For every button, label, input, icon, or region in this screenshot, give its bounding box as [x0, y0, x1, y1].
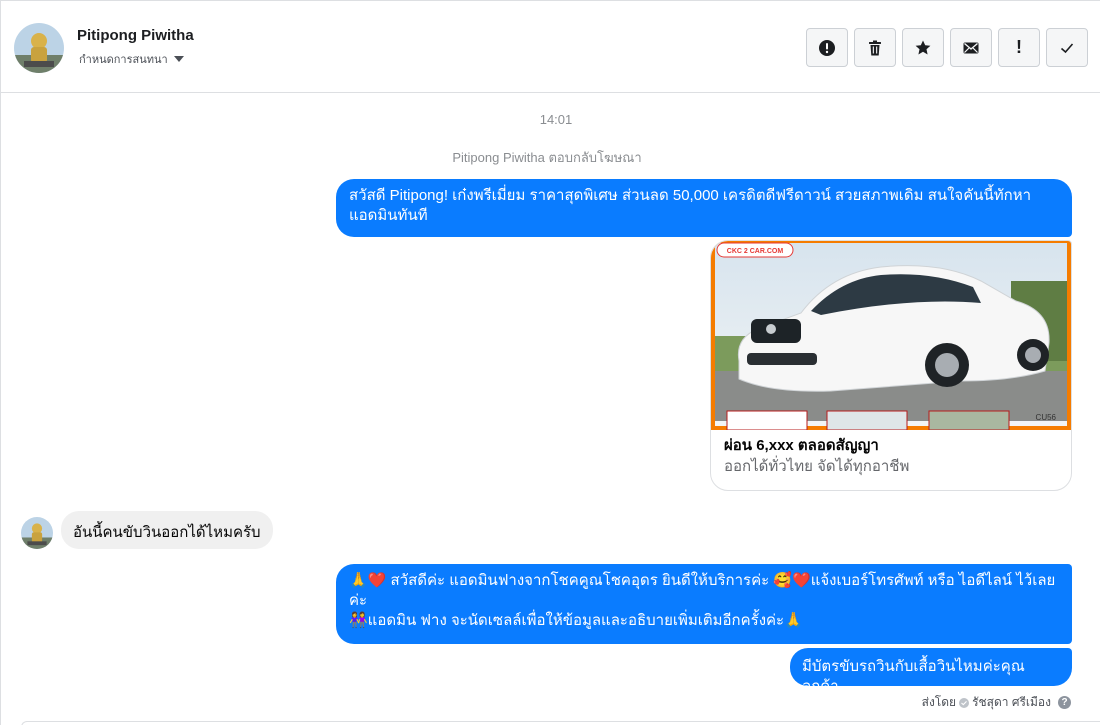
reply-line-2: 👭แอดมิน ฟาง จะนัดเซลล์เพื่อให้ข้อมูลและอ…: [349, 612, 803, 629]
envelope-icon: [963, 42, 979, 53]
car-ad-image: CKC 2 CAR.COM CU56: [711, 241, 1071, 430]
contact-avatar[interactable]: [14, 23, 64, 73]
mark-important-button[interactable]: !: [998, 28, 1040, 67]
ad-image-code: CU56: [1036, 413, 1057, 422]
exclamation-icon: !: [1016, 37, 1022, 57]
sent-by-name[interactable]: รัชสุดา ศรีเมือง: [972, 693, 1051, 712]
checkmark-icon: [1060, 42, 1074, 53]
contact-avatar-small: [21, 517, 53, 549]
mark-spam-button[interactable]: [806, 28, 848, 67]
alert-octagon-icon: [819, 39, 835, 56]
reply-line-1: 🙏❤️ สวัสดีค่ะ แอดมินฟางจากโชคคูณโชคอุดร …: [349, 572, 1056, 609]
mark-unread-button[interactable]: [950, 28, 992, 67]
conversation-toolbar: !: [806, 28, 1088, 67]
sent-check-icon: [959, 697, 970, 708]
sent-by-row: ส่งโดย รัชสุดา ศรีเมือง ?: [922, 693, 1071, 712]
conversation-header: Pitipong Piwitha กำหนดการสนทนา !: [1, 1, 1100, 93]
assign-conversation-label: กำหนดการสนทนา: [79, 54, 168, 66]
attachment-description: ออกได้ทั่วไทย จัดได้ทุกอาชีพ: [724, 458, 910, 475]
ad-reply-note: Pitipong Piwitha ตอบกลับโฆษณา: [452, 150, 642, 165]
star-button[interactable]: [902, 28, 944, 67]
ad-attachment-card[interactable]: CKC 2 CAR.COM CU56 ผ่อน 6,xxx ตลอดสัญญา …: [710, 240, 1072, 491]
incoming-message[interactable]: อันนี้คนขับวินออกได้ไหมครับ: [61, 511, 273, 549]
delete-button[interactable]: [854, 28, 896, 67]
info-icon[interactable]: ?: [1058, 696, 1071, 709]
outgoing-message-reply[interactable]: 🙏❤️ สวัสดีค่ะ แอดมินฟางจากโชคคูณโชคอุดร …: [336, 564, 1072, 644]
inbox-conversation-panel: Pitipong Piwitha กำหนดการสนทนา ! 14:01 P…: [0, 0, 1100, 725]
assign-conversation-dropdown[interactable]: กำหนดการสนทนา: [79, 50, 184, 68]
composer-border: [21, 721, 1100, 725]
outgoing-message-ad[interactable]: สวัสดี Pitipong! เก๋งพรีเมี่ยม ราคาสุดพิ…: [336, 179, 1072, 237]
sent-by-label: ส่งโดย: [921, 695, 957, 709]
mark-done-button[interactable]: [1046, 28, 1088, 67]
message-timestamp: 14:01: [539, 112, 573, 127]
trash-icon: [869, 40, 881, 55]
dealer-logo-text: CKC 2 CAR.COM: [727, 248, 784, 255]
caret-down-icon: [173, 56, 184, 62]
star-icon: [915, 40, 931, 54]
contact-name[interactable]: Pitipong Piwitha: [77, 27, 194, 44]
outgoing-message-last[interactable]: มีบัตรขับรถวินกับเสื้อวินไหมค่ะคุณลูกค้า: [790, 648, 1072, 695]
